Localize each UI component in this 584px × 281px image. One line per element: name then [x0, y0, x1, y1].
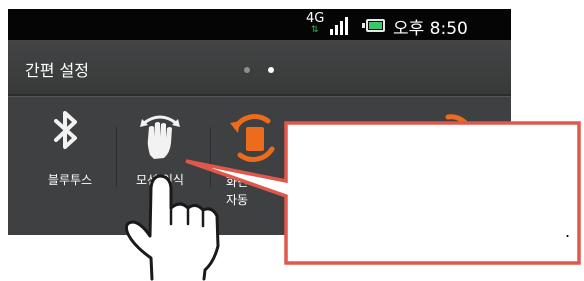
- pointing-hand-icon: [125, 174, 220, 281]
